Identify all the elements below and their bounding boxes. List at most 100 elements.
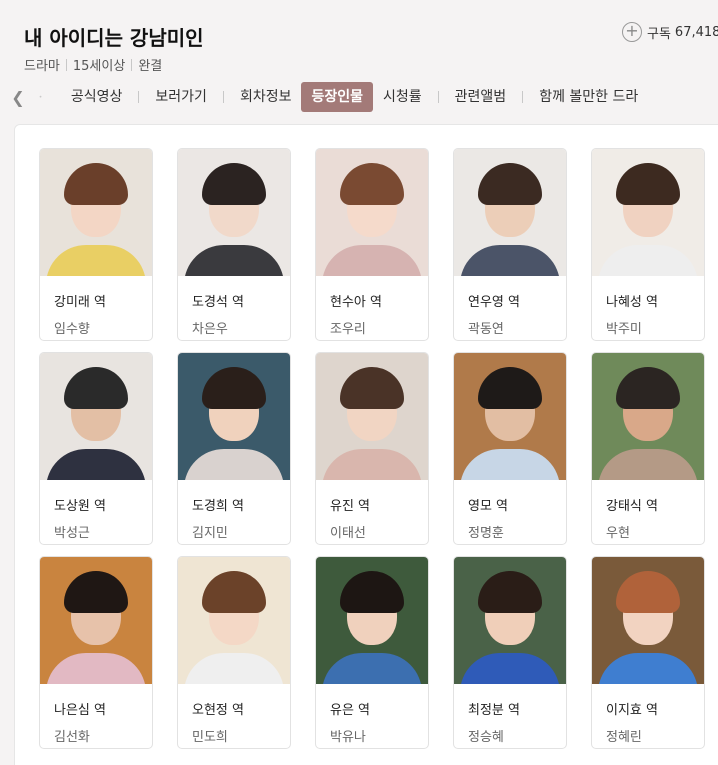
cast-photo[interactable] — [40, 149, 152, 276]
portrait-body — [460, 245, 560, 276]
actor-name[interactable]: 조우리 — [316, 310, 428, 337]
subscriber-count: 67,418 — [674, 24, 718, 40]
character-name[interactable]: 오현정 역 — [178, 684, 290, 718]
cast-card[interactable]: 연우영 역 곽동연 — [453, 148, 567, 341]
portrait-hair — [64, 163, 128, 205]
portrait-hair — [340, 367, 404, 409]
portrait-body — [46, 449, 146, 480]
character-name[interactable]: 유은 역 — [316, 684, 428, 718]
character-name[interactable]: 도경석 역 — [178, 276, 290, 310]
portrait-hair — [64, 367, 128, 409]
portrait-body — [598, 245, 698, 276]
program-meta: 드라마 15세이상 완결 — [24, 55, 162, 74]
actor-name[interactable]: 박주미 — [592, 310, 704, 337]
page-title: 내 아이디는 강남미인 — [24, 26, 204, 50]
character-name[interactable]: 최정분 역 — [454, 684, 566, 718]
character-name[interactable]: 유진 역 — [316, 480, 428, 514]
portrait-hair — [202, 163, 266, 205]
cast-photo[interactable] — [40, 353, 152, 480]
actor-name[interactable]: 박유나 — [316, 718, 428, 745]
cast-photo[interactable] — [316, 149, 428, 276]
tab-partial[interactable]: ㆍ — [34, 87, 47, 107]
character-name[interactable]: 나은심 역 — [40, 684, 152, 718]
divider — [131, 58, 133, 71]
portrait-hair — [616, 571, 680, 613]
tab-characters[interactable]: 등장인물 — [301, 82, 374, 112]
portrait-body — [46, 653, 146, 684]
portrait-hair — [478, 571, 542, 613]
tab-ratings[interactable]: 시청률 — [373, 82, 432, 112]
cast-photo[interactable] — [316, 557, 428, 684]
portrait-body — [184, 653, 284, 684]
cast-card[interactable]: 유은 역 박유나 — [315, 556, 429, 749]
cast-photo[interactable] — [316, 353, 428, 480]
portrait-body — [184, 245, 284, 276]
cast-photo[interactable] — [454, 557, 566, 684]
character-name[interactable]: 강태식 역 — [592, 480, 704, 514]
character-name[interactable]: 현수아 역 — [316, 276, 428, 310]
character-name[interactable]: 도상원 역 — [40, 480, 152, 514]
character-name[interactable]: 영모 역 — [454, 480, 566, 514]
cast-card[interactable]: 이지효 역 정혜린 — [591, 556, 705, 749]
cast-card[interactable]: 나은심 역 김선화 — [39, 556, 153, 749]
cast-card[interactable]: 나혜성 역 박주미 — [591, 148, 705, 341]
actor-name[interactable]: 이태선 — [316, 514, 428, 541]
actor-name[interactable]: 정승혜 — [454, 718, 566, 745]
actor-name[interactable]: 임수향 — [40, 310, 152, 337]
actor-name[interactable]: 민도희 — [178, 718, 290, 745]
subscribe-button[interactable]: + 구독 67,418 — [622, 22, 718, 42]
tab-bar: ❮ ㆍ 공식영상 보러가기 회차정보 등장인물 시청률 관련앨범 함께 볼만한 … — [0, 81, 718, 113]
portrait-hair — [202, 571, 266, 613]
portrait-body — [460, 653, 560, 684]
character-name[interactable]: 도경희 역 — [178, 480, 290, 514]
cast-card[interactable]: 도경희 역 김지민 — [177, 352, 291, 545]
tab-episodes[interactable]: 회차정보 — [230, 82, 302, 112]
character-name[interactable]: 나혜성 역 — [592, 276, 704, 310]
character-name[interactable]: 강미래 역 — [40, 276, 152, 310]
cast-card[interactable]: 유진 역 이태선 — [315, 352, 429, 545]
cast-card[interactable]: 도경석 역 차은우 — [177, 148, 291, 341]
portrait-hair — [616, 367, 680, 409]
chevron-left-icon[interactable]: ❮ — [8, 88, 28, 107]
cast-photo[interactable] — [178, 557, 290, 684]
tab-albums[interactable]: 관련앨범 — [445, 82, 517, 112]
cast-card[interactable]: 영모 역 정명훈 — [453, 352, 567, 545]
actor-name[interactable]: 차은우 — [178, 310, 290, 337]
portrait-hair — [478, 367, 542, 409]
cast-card[interactable]: 도상원 역 박성근 — [39, 352, 153, 545]
character-name[interactable]: 연우영 역 — [454, 276, 566, 310]
cast-photo[interactable] — [454, 353, 566, 480]
divider — [138, 91, 140, 103]
actor-name[interactable]: 곽동연 — [454, 310, 566, 337]
cast-card[interactable]: 오현정 역 민도희 — [177, 556, 291, 749]
actor-name[interactable]: 박성근 — [40, 514, 152, 541]
cast-photo[interactable] — [454, 149, 566, 276]
actor-name[interactable]: 정명훈 — [454, 514, 566, 541]
cast-card[interactable]: 강태식 역 우현 — [591, 352, 705, 545]
portrait-hair — [202, 367, 266, 409]
tab-related-shows[interactable]: 함께 볼만한 드라 — [529, 82, 648, 112]
actor-name[interactable]: 김지민 — [178, 514, 290, 541]
cast-photo[interactable] — [592, 149, 704, 276]
portrait-body — [322, 449, 422, 480]
actor-name[interactable]: 김선화 — [40, 718, 152, 745]
actor-name[interactable]: 정혜린 — [592, 718, 704, 745]
divider — [65, 58, 67, 71]
plus-icon: + — [622, 22, 642, 42]
cast-photo[interactable] — [40, 557, 152, 684]
program-header: 내 아이디는 강남미인 + 구독 67,418 드라마 15세이상 완결 ❮ ㆍ… — [0, 0, 718, 118]
divider — [437, 91, 439, 103]
cast-photo[interactable] — [592, 557, 704, 684]
cast-card[interactable]: 현수아 역 조우리 — [315, 148, 429, 341]
cast-card[interactable]: 강미래 역 임수향 — [39, 148, 153, 341]
tab-official-video[interactable]: 공식영상 — [61, 82, 133, 112]
actor-name[interactable]: 우현 — [592, 514, 704, 541]
character-name[interactable]: 이지효 역 — [592, 684, 704, 718]
divider — [222, 91, 224, 103]
cast-photo[interactable] — [178, 353, 290, 480]
cast-photo[interactable] — [178, 149, 290, 276]
cast-card[interactable]: 최정분 역 정승혜 — [453, 556, 567, 749]
cast-photo[interactable] — [592, 353, 704, 480]
tab-watch[interactable]: 보러가기 — [145, 82, 217, 112]
subscribe-label: 구독 — [647, 26, 671, 42]
